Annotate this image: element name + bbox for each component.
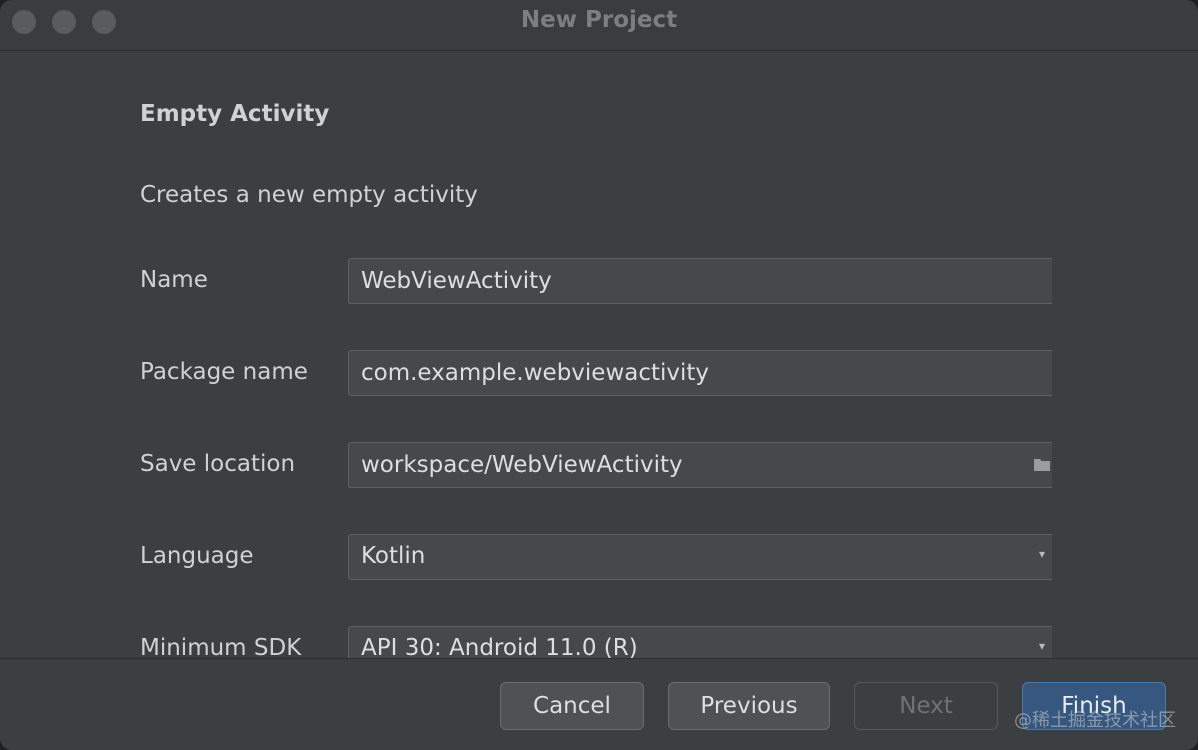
- save-location-label: Save location: [140, 451, 296, 477]
- package-name-label: Package name: [140, 359, 308, 385]
- name-field[interactable]: [348, 258, 1068, 304]
- content-right-edge: [1052, 51, 1198, 658]
- save-location-input[interactable]: [349, 443, 1067, 487]
- title-bar: New Project: [0, 0, 1198, 51]
- template-heading: Empty Activity: [140, 101, 330, 127]
- previous-button[interactable]: Previous: [668, 682, 830, 730]
- watermark: @稀土掘金技术社区: [1014, 710, 1176, 731]
- dialog-content: Empty Activity Creates a new empty activ…: [0, 51, 1198, 658]
- name-label: Name: [140, 267, 208, 293]
- minimum-sdk-dropdown[interactable]: API 30: Android 11.0 (R) ▾: [348, 626, 1068, 658]
- save-location-field[interactable]: [348, 442, 1068, 488]
- minimum-sdk-label: Minimum SDK: [140, 635, 302, 658]
- language-selected-value: Kotlin: [361, 543, 426, 569]
- next-button[interactable]: Next: [854, 682, 998, 730]
- language-label: Language: [140, 543, 254, 569]
- minimum-sdk-selected-value: API 30: Android 11.0 (R): [361, 635, 638, 658]
- chevron-down-icon: ▾: [1039, 639, 1046, 653]
- package-name-field[interactable]: [348, 350, 1068, 396]
- cancel-button[interactable]: Cancel: [500, 682, 644, 730]
- dialog-footer: Cancel Previous Next Finish @稀土掘金技术社区: [0, 658, 1198, 750]
- template-description: Creates a new empty activity: [140, 182, 478, 208]
- folder-icon[interactable]: [1033, 455, 1051, 473]
- package-name-input[interactable]: [349, 351, 1067, 395]
- window-title: New Project: [520, 7, 678, 33]
- name-input[interactable]: [349, 259, 1067, 303]
- new-project-dialog: New Project Empty Activity Creates a new…: [0, 0, 1198, 750]
- chevron-down-icon: ▾: [1039, 547, 1046, 561]
- language-dropdown[interactable]: Kotlin ▾: [348, 534, 1068, 580]
